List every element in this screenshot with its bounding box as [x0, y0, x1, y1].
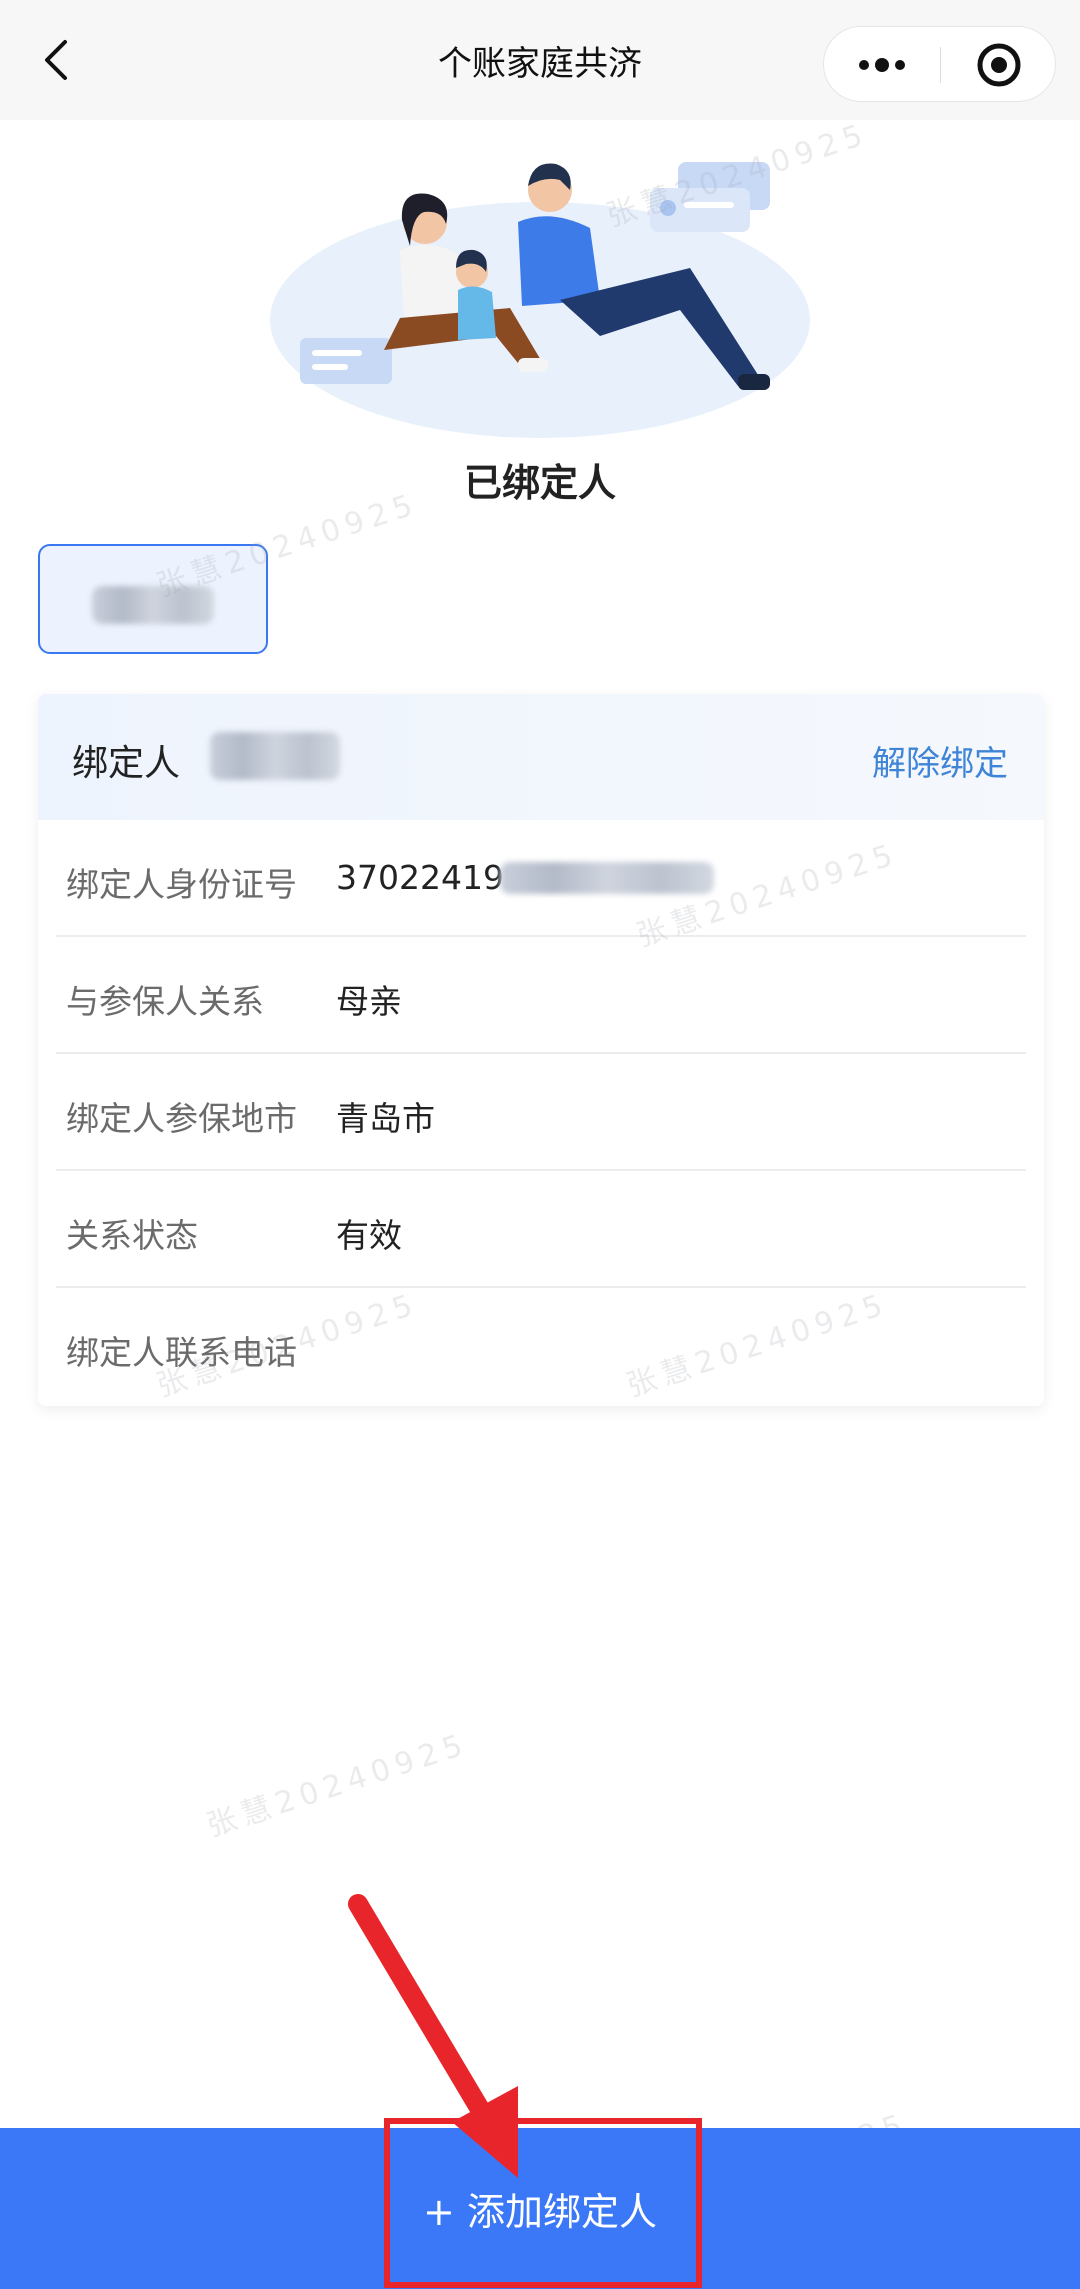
info-row: 绑定人身份证号 37022419 — [56, 820, 1026, 937]
info-row: 关系状态 有效 — [56, 1171, 1026, 1288]
redacted-name — [210, 732, 340, 780]
card-header: 绑定人 解除绑定 — [38, 694, 1044, 820]
phone-label: 绑定人联系电话 — [66, 1333, 297, 1372]
bound-person-chip[interactable] — [38, 544, 268, 654]
insured-city-value: 青岛市 — [336, 1099, 435, 1138]
more-dots-icon — [859, 58, 905, 72]
id-number-label: 绑定人身份证号 — [66, 865, 297, 904]
insured-city-label: 绑定人参保地市 — [66, 1099, 297, 1138]
bottom-bar: + 添加绑定人 — [0, 2128, 1080, 2289]
bound-person-label: 绑定人 — [72, 743, 181, 784]
info-row: 与参保人关系 母亲 — [56, 937, 1026, 1054]
unbind-button[interactable]: 解除绑定 — [872, 736, 1008, 785]
redacted-name — [92, 586, 214, 624]
redacted-id — [500, 862, 714, 894]
top-bar: 个账家庭共济 — [0, 0, 1080, 120]
target-icon — [977, 43, 1021, 87]
relationship-value: 母亲 — [336, 982, 402, 1021]
info-row: 绑定人联系电话 — [56, 1288, 1026, 1405]
relation-status-label: 关系状态 — [66, 1216, 198, 1255]
close-button[interactable] — [941, 27, 1057, 103]
relation-status-value: 有效 — [336, 1216, 402, 1255]
relationship-label: 与参保人关系 — [66, 982, 264, 1021]
mini-program-capsule — [823, 26, 1056, 102]
add-bound-person-button[interactable]: + 添加绑定人 — [0, 2128, 1080, 2289]
bound-person-card: 绑定人 解除绑定 绑定人身份证号 37022419 与参保人关系 母亲 绑定人参… — [38, 694, 1044, 1406]
more-button[interactable] — [824, 27, 940, 103]
family-illustration — [260, 150, 820, 440]
id-number-value: 37022419 — [336, 858, 504, 897]
section-title: 已绑定人 — [463, 461, 616, 505]
watermark: 张慧20240925 — [202, 1726, 473, 1845]
info-row: 绑定人参保地市 青岛市 — [56, 1054, 1026, 1171]
